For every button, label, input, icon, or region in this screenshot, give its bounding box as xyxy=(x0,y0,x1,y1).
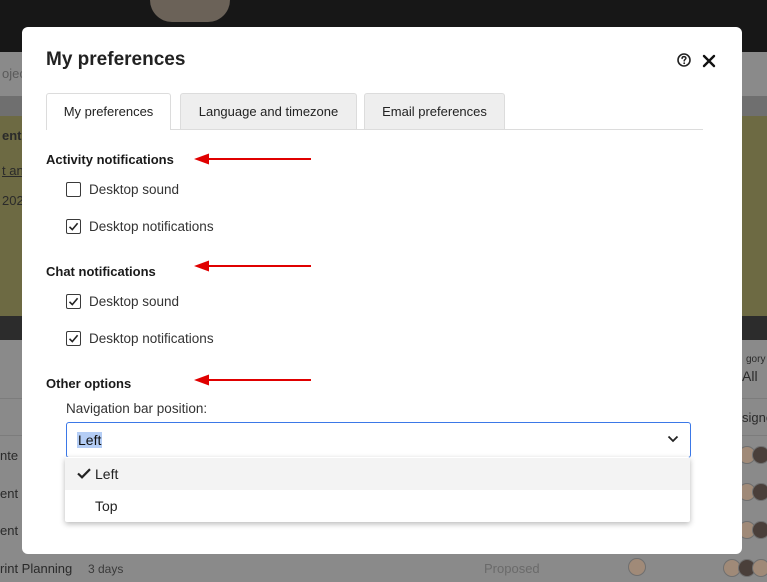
background-banner-text-3: 202 xyxy=(2,193,24,208)
chat-desktop-sound-checkbox[interactable] xyxy=(66,293,81,309)
activity-desktop-sound-checkbox[interactable] xyxy=(66,181,81,197)
background-category-value: All xyxy=(742,368,758,384)
activity-desktop-notifications-option[interactable]: Desktop notifications xyxy=(66,217,214,235)
background-row-text: ent xyxy=(0,486,19,501)
tab-bar: My preferences Language and timezone Ema… xyxy=(46,93,703,130)
chat-desktop-notifications-option[interactable]: Desktop notifications xyxy=(66,329,214,347)
avatar xyxy=(752,521,767,539)
tab-my-preferences[interactable]: My preferences xyxy=(46,93,171,130)
dropdown-option-label: Top xyxy=(95,498,118,514)
activity-notifications-heading: Activity notifications xyxy=(46,152,174,167)
checkbox-label: Desktop sound xyxy=(89,181,180,197)
checkbox-label: Desktop notifications xyxy=(89,218,214,234)
dropdown-option-label: Left xyxy=(95,466,119,482)
tab-language-and-timezone[interactable]: Language and timezone xyxy=(180,93,357,129)
dropdown-option-top[interactable]: Top xyxy=(65,490,690,522)
close-icon[interactable] xyxy=(702,54,716,68)
checkmark-icon xyxy=(68,297,79,306)
preferences-modal: My preferences My preferences Language a… xyxy=(22,27,742,554)
avatar xyxy=(752,483,767,501)
background-row-duration: 3 days xyxy=(88,562,124,576)
chat-notifications-heading: Chat notifications xyxy=(46,264,156,279)
background-profile-photo xyxy=(150,0,230,22)
background-row-text: ent xyxy=(0,523,19,538)
checkbox-label: Desktop sound xyxy=(89,293,180,309)
background-category-label: gory xyxy=(746,354,766,365)
background-banner-text-2: t an xyxy=(2,163,24,178)
checkmark-icon xyxy=(68,222,79,231)
navigation-bar-position-label: Navigation bar position: xyxy=(66,401,208,416)
dropdown-option-left[interactable]: Left xyxy=(65,458,690,490)
background-row-text: nte xyxy=(0,448,19,463)
background-banner-text-1: ent xyxy=(2,128,22,143)
activity-desktop-notifications-checkbox[interactable] xyxy=(66,218,81,234)
check-icon xyxy=(77,468,91,479)
annotation-arrow-icon xyxy=(194,153,311,165)
annotation-arrow-icon xyxy=(194,374,311,386)
navigation-bar-position-dropdown: Left Top xyxy=(65,457,690,522)
navigation-bar-position-select[interactable]: Left xyxy=(66,422,691,458)
avatar xyxy=(752,446,767,464)
modal-title: My preferences xyxy=(46,49,186,70)
checkmark-icon xyxy=(68,334,79,343)
select-value: Left xyxy=(77,432,103,448)
help-circle-icon[interactable] xyxy=(677,53,691,67)
background-row-text: rint Planning xyxy=(0,561,73,576)
chat-desktop-notifications-checkbox[interactable] xyxy=(66,330,81,346)
chevron-down-icon[interactable] xyxy=(667,435,679,443)
background-row-status: Proposed xyxy=(484,561,540,576)
avatar xyxy=(752,559,767,577)
background-assignee-label: signe xyxy=(742,410,767,425)
avatar xyxy=(628,558,646,576)
tab-email-preferences[interactable]: Email preferences xyxy=(364,93,505,129)
activity-desktop-sound-option[interactable]: Desktop sound xyxy=(66,180,179,198)
checkbox-label: Desktop notifications xyxy=(89,330,214,346)
other-options-heading: Other options xyxy=(46,376,132,391)
annotation-arrow-icon xyxy=(194,260,311,272)
chat-desktop-sound-option[interactable]: Desktop sound xyxy=(66,292,179,310)
